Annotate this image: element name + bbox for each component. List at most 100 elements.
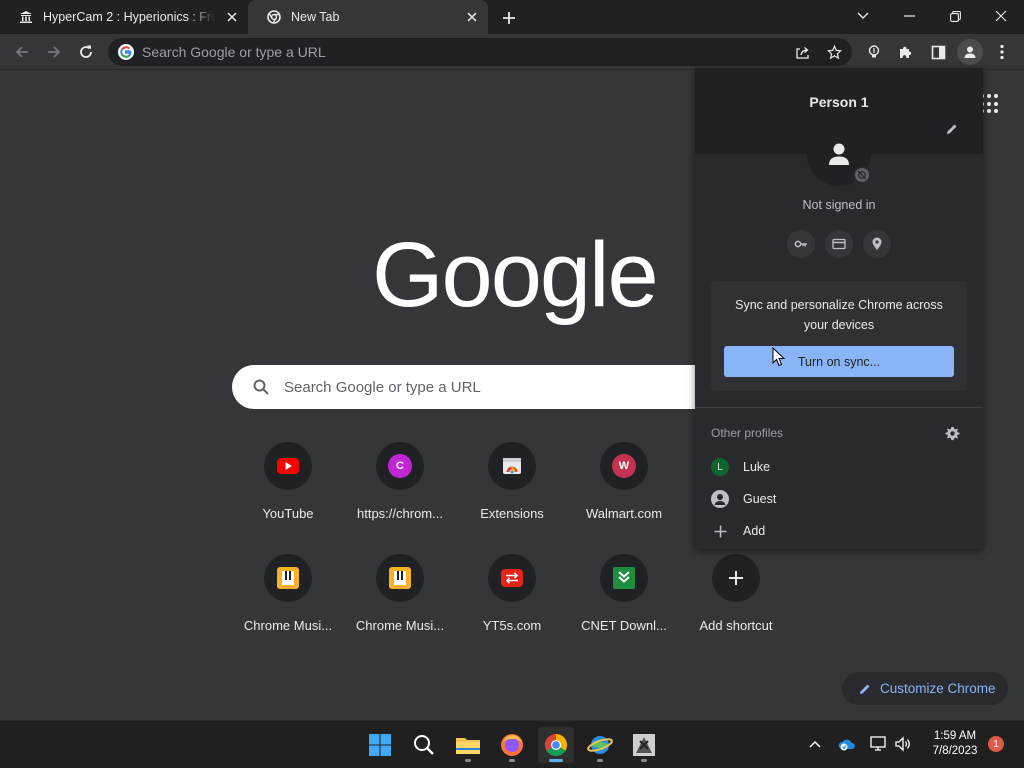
profile-label: Luke <box>743 460 771 474</box>
tab-hypercam[interactable]: HyperCam 2 : Hyperionics : Free Download <box>0 0 248 34</box>
divider <box>695 407 983 408</box>
mouse-cursor-icon <box>772 347 786 367</box>
shortcut-yt5s[interactable]: YT5s.com <box>456 554 568 654</box>
more-menu-icon[interactable] <box>989 39 1015 65</box>
search-icon <box>253 379 269 395</box>
youtube-icon <box>264 442 312 490</box>
other-profiles-heading: Other profiles <box>711 426 784 440</box>
system-clock[interactable]: 1:59 AM 7/8/2023 <box>920 729 990 759</box>
edit-pencil-icon[interactable] <box>945 122 961 138</box>
search-placeholder: Search Google or type a URL <box>284 378 481 396</box>
pencil-icon <box>860 684 870 694</box>
firefox-icon[interactable] <box>494 727 530 763</box>
google-logo: Google <box>372 224 659 326</box>
sync-off-icon <box>853 166 871 184</box>
manage-profiles-gear-icon[interactable] <box>945 426 961 442</box>
back-button[interactable] <box>9 39 35 65</box>
search-icon[interactable] <box>406 727 442 763</box>
reload-button[interactable] <box>73 39 99 65</box>
shortcut-cnet-download[interactable]: CNET Downl... <box>568 554 680 654</box>
shortcut-chrome-music-lab-1[interactable]: Chrome Musi... <box>232 554 344 654</box>
forward-button[interactable] <box>41 39 67 65</box>
shortcut-label: YT5s.com <box>482 618 542 633</box>
shortcut-label: Add shortcut <box>699 618 773 633</box>
share-icon[interactable] <box>790 40 814 64</box>
shortcut-label: CNET Downl... <box>581 618 667 633</box>
tab-title: New Tab <box>291 10 340 24</box>
side-panel-icon[interactable] <box>925 39 951 65</box>
shortcut-label: https://chrom... <box>357 506 443 521</box>
extensions-icon <box>488 442 536 490</box>
profile-avatar-button[interactable] <box>957 39 983 65</box>
location-pin-icon[interactable] <box>863 230 891 258</box>
hypercam-app-icon[interactable] <box>626 727 662 763</box>
shortcut-label: Chrome Musi... <box>243 618 333 633</box>
extensions-puzzle-icon[interactable] <box>893 39 919 65</box>
shortcut-label: Chrome Musi... <box>355 618 445 633</box>
tab-search-chevron-icon[interactable] <box>840 0 886 32</box>
tab-new-tab[interactable]: New Tab <box>248 0 488 34</box>
tab-title: HyperCam 2 : Hyperionics : Free Download <box>43 10 215 24</box>
shortcut-walmart[interactable]: W Walmart.com <box>568 442 680 542</box>
cnet-download-icon <box>600 554 648 602</box>
close-window-button[interactable] <box>978 0 1024 32</box>
screen: HyperCam 2 : Hyperionics : Free Download… <box>0 0 1024 768</box>
windows-start-icon[interactable] <box>362 727 398 763</box>
omnibox[interactable]: Search Google or type a URL <box>108 38 852 66</box>
tab-strip: HyperCam 2 : Hyperionics : Free Download… <box>0 0 1024 34</box>
profile-name: Person 1 <box>809 94 869 110</box>
google-apps-icon[interactable] <box>980 94 1000 114</box>
profile-label: Add <box>743 524 766 538</box>
chevron-up-icon[interactable] <box>806 735 824 753</box>
guest-avatar-icon <box>711 490 729 508</box>
customize-label: Customize Chrome <box>880 681 996 696</box>
shortcut-label: Extensions <box>480 506 544 521</box>
close-icon[interactable] <box>464 9 480 25</box>
add-profile-item[interactable]: Add <box>695 515 983 547</box>
shortcut-label: YouTube <box>262 506 314 521</box>
notification-badge[interactable]: 1 <box>988 736 1004 752</box>
chrome-taskbar-icon[interactable] <box>538 727 574 763</box>
shortcut-chrome-music-lab-2[interactable]: Chrome Musi... <box>344 554 456 654</box>
plus-icon <box>711 522 729 540</box>
turn-on-sync-button[interactable]: Turn on sync... <box>724 346 954 377</box>
close-icon[interactable] <box>224 9 240 25</box>
letter-w-icon: W <box>600 442 648 490</box>
profile-item-guest[interactable]: Guest <box>695 483 983 515</box>
bookmark-star-icon[interactable] <box>822 40 846 64</box>
plus-icon <box>712 554 760 602</box>
chrome-icon <box>266 9 282 25</box>
shortcut-add[interactable]: Add shortcut <box>680 554 792 654</box>
archive-icon <box>18 9 34 25</box>
network-icon[interactable] <box>870 735 888 753</box>
taskbar: 1:59 AM 7/8/2023 1 <box>0 720 1024 768</box>
profile-item-luke[interactable]: L Luke <box>695 451 983 483</box>
new-tab-button[interactable] <box>498 7 520 29</box>
payment-card-icon[interactable] <box>825 230 853 258</box>
restore-button[interactable] <box>932 0 978 32</box>
omnibox-placeholder: Search Google or type a URL <box>142 44 326 60</box>
letter-c-icon: C <box>376 442 424 490</box>
chrome-music-lab-icon <box>376 554 424 602</box>
passwords-key-icon[interactable] <box>787 230 815 258</box>
volume-icon[interactable] <box>894 735 912 753</box>
sign-in-status: Not signed in <box>802 198 876 212</box>
clock-date: 7/8/2023 <box>932 745 978 757</box>
minimize-button[interactable] <box>886 0 932 32</box>
onedrive-cloud-icon[interactable] <box>838 735 856 753</box>
file-explorer-icon[interactable] <box>450 727 486 763</box>
toolbar: Search Google or type a URL <box>0 34 1024 70</box>
profile-menu: Person 1 Not signed in Sync and personal… <box>695 68 983 549</box>
sync-promo-text: Sync and personalize Chrome across your … <box>735 298 943 332</box>
ie-globe-icon[interactable] <box>582 727 618 763</box>
profile-label: Guest <box>743 492 777 506</box>
shortcut-chrome-url[interactable]: C https://chrom... <box>344 442 456 542</box>
clock-time: 1:59 AM <box>933 730 977 742</box>
sync-promo-card: Sync and personalize Chrome across your … <box>711 281 967 391</box>
yt5s-icon <box>488 554 536 602</box>
shortcut-label: Walmart.com <box>585 506 663 521</box>
shortcut-extensions[interactable]: Extensions <box>456 442 568 542</box>
lightbulb-extension-icon[interactable] <box>861 39 887 65</box>
customize-chrome-button[interactable]: Customize Chrome <box>842 672 1008 705</box>
shortcut-youtube[interactable]: YouTube <box>232 442 344 542</box>
